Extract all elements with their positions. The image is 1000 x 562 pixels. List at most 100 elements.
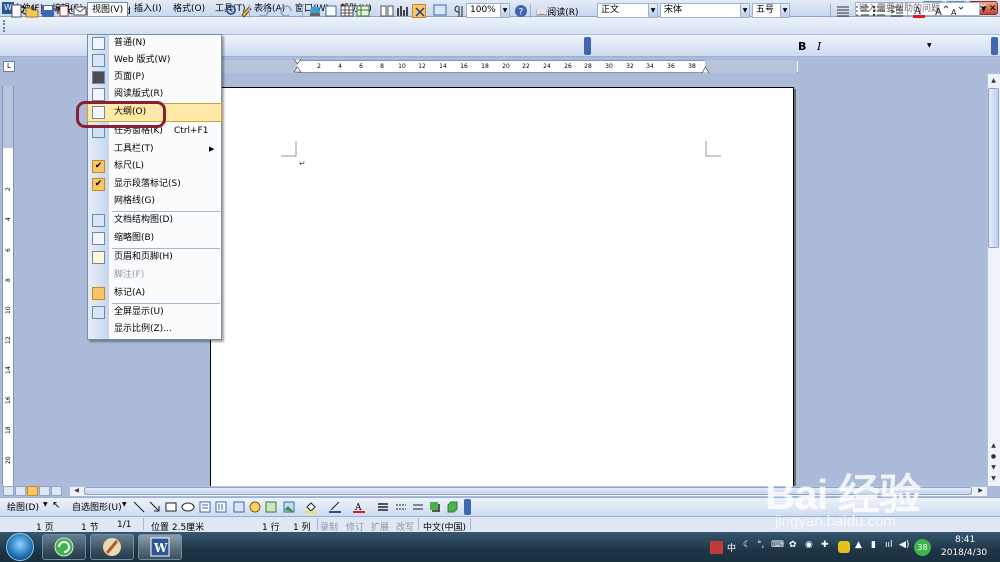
arrow-icon[interactable] <box>149 501 161 513</box>
start-button[interactable] <box>6 533 34 561</box>
menu-item-normal[interactable]: 普通(N) <box>88 35 221 52</box>
volume-icon[interactable]: ◀) <box>899 540 909 550</box>
show-hide-icon[interactable] <box>433 4 447 18</box>
shadow-style-icon[interactable] <box>429 501 441 513</box>
align-justify-icon[interactable] <box>836 4 850 18</box>
indent-marker-icon[interactable] <box>293 58 302 73</box>
italic-button[interactable]: I <box>817 40 821 53</box>
new-document-icon[interactable] <box>9 4 23 18</box>
research-icon[interactable] <box>225 4 239 18</box>
vertical-text-box-icon[interactable] <box>215 501 227 513</box>
font-select[interactable]: 宋体 <box>660 3 742 18</box>
menu-view[interactable]: 视图(V) <box>87 2 129 16</box>
moon-icon[interactable]: ☾ <box>743 540 751 550</box>
punctuation-icon[interactable]: °, <box>757 540 764 550</box>
read-mode-button[interactable]: 📖阅读(R) <box>536 5 579 18</box>
menu-item-gridlines[interactable]: 网格线(G) <box>88 193 221 210</box>
open-folder-icon[interactable] <box>25 4 39 18</box>
reading-layout-button[interactable] <box>51 486 62 496</box>
font-size-select[interactable]: 五号 <box>752 3 782 18</box>
oval-icon[interactable] <box>181 501 195 513</box>
keyboard-icon[interactable]: ⌨ <box>771 540 784 550</box>
dash-style-icon[interactable] <box>395 501 407 513</box>
indent-icon[interactable] <box>890 4 904 18</box>
menu-item-markup[interactable]: 标记(A) <box>88 285 221 302</box>
menu-item-footnotes[interactable]: 脚注(F) <box>88 267 221 284</box>
line-icon[interactable] <box>133 501 145 513</box>
tab-selector[interactable]: L <box>3 61 15 72</box>
menu-item-web-layout[interactable]: Web 版式(W) <box>88 52 221 69</box>
menu-item-header-footer[interactable]: 页眉和页脚(H) <box>88 249 221 266</box>
font-color-icon[interactable]: A <box>912 4 926 18</box>
print-layout-button[interactable] <box>27 486 38 496</box>
menu-item-show-paragraph-marks[interactable]: ✔ 显示段落标记(S) <box>88 176 221 193</box>
web-layout-button[interactable] <box>15 486 26 496</box>
text-box-icon[interactable] <box>199 501 211 513</box>
ime-logo-icon[interactable] <box>710 541 723 554</box>
toolbar-options-icon[interactable] <box>464 499 471 515</box>
menu-item-zoom[interactable]: 显示比例(Z)... <box>88 321 221 338</box>
menu-item-toolbars[interactable]: 工具栏(T) ▶ <box>88 141 221 158</box>
vertical-ruler[interactable]: 2 4 6 8 10 12 14 16 18 20 <box>2 86 14 486</box>
shrink-font-icon[interactable]: A <box>950 4 964 18</box>
document-page[interactable]: ↵ <box>210 87 794 487</box>
style-select[interactable]: 正文 <box>597 3 649 18</box>
rectangle-icon[interactable] <box>165 501 177 513</box>
draw-menu-button[interactable]: 绘图(D) <box>7 500 39 513</box>
menu-insert[interactable]: 插入(I) <box>130 2 166 16</box>
wordart-icon[interactable] <box>233 501 245 513</box>
chevron-down-icon[interactable]: ▼ <box>122 501 127 508</box>
vertical-scroll-thumb[interactable] <box>988 88 999 248</box>
line-color-icon[interactable] <box>329 501 341 513</box>
menu-format[interactable]: 格式(O) <box>169 2 209 16</box>
taskbar-app-word[interactable]: W <box>138 534 182 560</box>
columns-icon[interactable] <box>380 4 394 18</box>
save-icon[interactable] <box>41 4 55 18</box>
cpu-badge[interactable]: 38 <box>914 539 931 556</box>
scroll-up-icon[interactable]: ▲ <box>988 75 999 86</box>
right-indent-marker-icon[interactable] <box>701 66 710 74</box>
chevron-down-icon[interactable]: ▼ <box>500 3 510 18</box>
tables-borders-icon[interactable] <box>324 4 338 18</box>
menu-item-full-screen[interactable]: 全屏显示(U) <box>88 304 221 321</box>
insert-picture-icon[interactable] <box>283 501 295 513</box>
diagram-icon[interactable] <box>249 501 261 513</box>
line-style-icon[interactable] <box>377 501 389 513</box>
grow-font-icon[interactable]: A <box>934 4 949 18</box>
menu-item-ruler[interactable]: ✔ 标尺(L) <box>88 158 221 175</box>
insert-excel-icon[interactable] <box>356 4 370 18</box>
chevron-down-icon[interactable]: ▼ <box>927 42 932 49</box>
taskbar-app-paint[interactable] <box>90 534 134 560</box>
autoshapes-button[interactable]: 自选图形(U) <box>72 500 122 513</box>
clip-art-icon[interactable] <box>265 501 277 513</box>
chevron-down-icon[interactable]: ▼ <box>981 2 988 16</box>
toolbar-options-icon[interactable] <box>991 37 998 55</box>
guard-icon[interactable]: ✚ <box>821 540 829 550</box>
menu-item-print-layout[interactable]: 页面(P) <box>88 69 221 86</box>
clock-date[interactable]: 2018/4/30 <box>941 548 987 558</box>
toolbar-options-icon[interactable] <box>584 37 591 55</box>
chevron-down-icon[interactable]: ▼ <box>740 3 750 18</box>
show-hidden-icon[interactable]: ▲ <box>855 540 862 550</box>
chevron-down-icon[interactable]: ▼ <box>780 3 790 18</box>
outline-view-button[interactable] <box>39 486 50 496</box>
help-icon[interactable]: ? <box>514 4 528 18</box>
taskbar-app-360[interactable] <box>42 534 86 560</box>
clock-time[interactable]: 8:41 <box>955 535 975 545</box>
numbering-icon[interactable] <box>856 4 870 18</box>
tools-icon[interactable]: ✿ <box>789 540 797 550</box>
antivirus-icon[interactable]: ◉ <box>805 540 813 550</box>
zoom-select[interactable]: 100% <box>466 3 504 18</box>
insert-table-icon[interactable] <box>340 4 354 18</box>
document-map-icon[interactable] <box>412 4 426 18</box>
chevron-down-icon[interactable]: ▼ <box>43 501 48 508</box>
scroll-left-icon[interactable]: ◀ <box>71 486 82 496</box>
normal-view-button[interactable] <box>3 486 14 496</box>
signal-icon[interactable]: ııl <box>885 540 893 550</box>
format-painter-icon[interactable] <box>239 4 253 18</box>
close-document-icon[interactable]: ✕ <box>989 2 999 16</box>
drawing-toggle-icon[interactable] <box>396 4 410 18</box>
menu-item-document-map[interactable]: 文档结构图(D) <box>88 212 221 229</box>
email-icon[interactable] <box>73 4 87 18</box>
bullets-icon[interactable] <box>872 4 886 18</box>
